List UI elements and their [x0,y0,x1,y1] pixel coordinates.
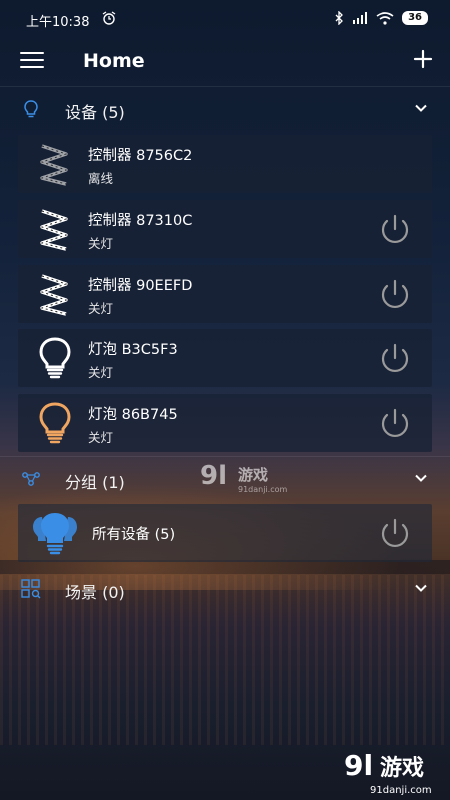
status-time: 上午10:38 [26,15,90,30]
group-bulb-icon [33,513,77,555]
bluetooth-icon [335,11,343,25]
device-name: 控制器 87310C [88,213,193,229]
wifi-icon [376,11,394,25]
power-icon[interactable] [376,340,414,378]
svg-text:9l: 9l [344,749,373,782]
power-icon[interactable] [376,211,414,249]
devices-section-header[interactable]: 设备 (5) [0,86,450,132]
alarm-clock-icon [102,11,116,25]
status-icons: 36 [334,11,428,25]
svg-text:游戏: 游戏 [380,755,424,781]
groups-section-title: 分组 (1) [65,473,125,492]
svg-text:9l: 9l [200,461,227,491]
device-card[interactable]: 灯泡 86B745 关灯 [18,394,432,452]
page-title: Home [83,50,145,72]
device-name: 控制器 90EEFD [88,278,193,294]
device-card[interactable]: 灯泡 B3C5F3 关灯 [18,329,432,387]
device-card[interactable]: 控制器 90EEFD 关灯 [18,265,432,323]
svg-text:91danji.com: 91danji.com [238,485,288,494]
group-name: 所有设备 (5) [92,527,176,543]
bulb-icon [39,402,71,444]
hamburger-menu-icon[interactable] [20,52,44,70]
status-bar: 上午10:38 36 [0,0,450,38]
watermark-logo: 9l 游戏 91danji.com [344,749,432,796]
device-name: 灯泡 B3C5F3 [88,342,178,358]
chevron-down-icon[interactable] [414,101,428,115]
device-status: 离线 [88,171,114,186]
led-strip-icon [40,144,68,186]
bulb-icon [39,337,71,379]
devices-section-title: 设备 (5) [65,103,125,122]
app-header: Home [0,38,450,87]
led-strip-icon [40,209,68,251]
device-status: 关灯 [88,365,114,380]
svg-text:游戏: 游戏 [238,466,268,484]
group-card[interactable]: 所有设备 (5) [18,504,432,562]
light-bulb-outline-icon [24,100,38,118]
device-card[interactable]: 控制器 8756C2 离线 [18,135,432,193]
chevron-down-icon[interactable] [414,581,428,595]
scenes-section-header[interactable]: 场景 (0) [0,566,450,612]
led-strip-icon [40,274,68,316]
device-status: 关灯 [88,236,114,251]
power-icon[interactable] [376,405,414,443]
svg-text:91danji.com: 91danji.com [370,785,432,796]
scenes-section-title: 场景 (0) [65,583,125,602]
device-name: 灯泡 86B745 [88,407,178,423]
power-icon[interactable] [376,276,414,314]
add-icon[interactable] [412,48,434,70]
chevron-down-icon[interactable] [414,471,428,485]
signal-icon [353,12,368,24]
device-status: 关灯 [88,430,114,445]
battery-indicator: 36 [402,11,428,25]
watermark-logo: 9l 游戏 91danji.com [200,461,288,494]
device-status: 关灯 [88,301,114,316]
group-nodes-icon [22,472,40,486]
scene-grid-icon [21,579,41,599]
device-name: 控制器 8756C2 [88,148,193,164]
power-icon[interactable] [376,515,414,553]
device-card[interactable]: 控制器 87310C 关灯 [18,200,432,258]
